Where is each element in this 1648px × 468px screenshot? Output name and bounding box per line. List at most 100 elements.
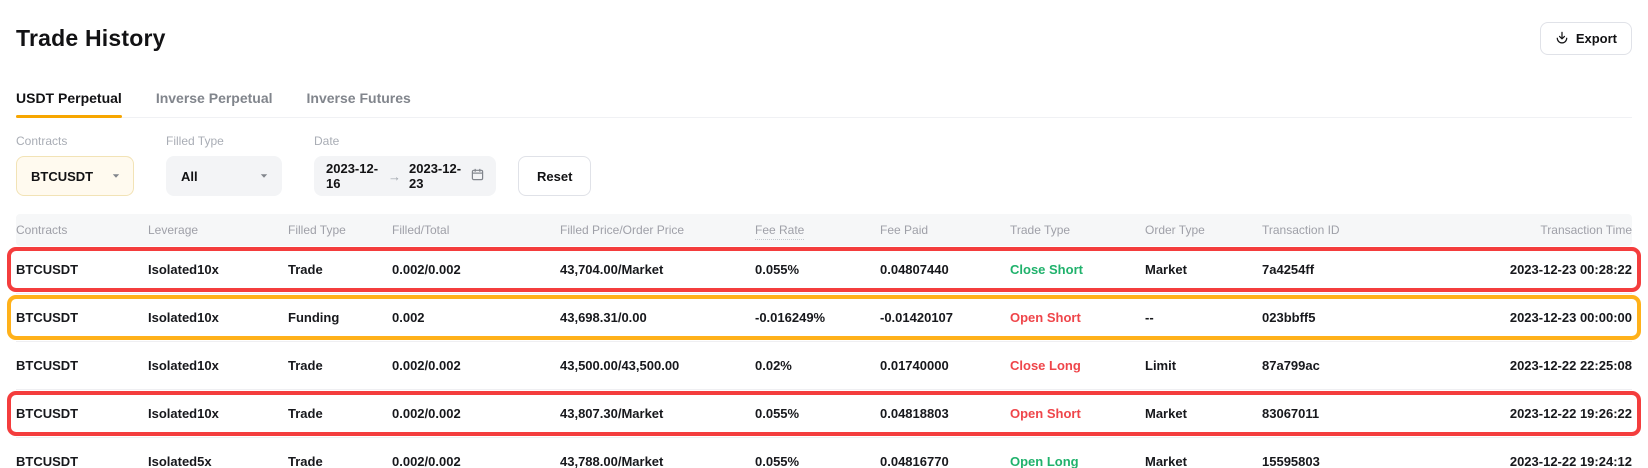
cell-contracts: BTCUSDT <box>16 406 148 421</box>
cell-trade-type: Open Long <box>1010 454 1145 468</box>
column-header-filled-type: Filled Type <box>288 223 392 237</box>
cell-transaction-time: 2023-12-22 19:24:12 <box>1407 454 1632 468</box>
tab-usdt-perpetual[interactable]: USDT Perpetual <box>16 82 122 117</box>
column-header-transaction-time: Transaction Time <box>1407 223 1632 237</box>
cell-filled-total: 0.002/0.002 <box>392 262 560 277</box>
cell-filled-price: 43,704.00/Market <box>560 262 755 277</box>
chevron-down-icon <box>111 169 121 184</box>
column-header-leverage: Leverage <box>148 223 288 237</box>
cell-transaction-time: 2023-12-23 00:00:00 <box>1407 310 1632 325</box>
tab-inverse-futures[interactable]: Inverse Futures <box>307 82 411 117</box>
table-row: BTCUSDTIsolated5xTrade0.002/0.00243,788.… <box>16 438 1632 468</box>
cell-filled-type: Trade <box>288 262 392 277</box>
date-end-value: 2023-12-23 <box>409 161 463 191</box>
cell-fee-rate: 0.055% <box>755 406 880 421</box>
export-button-label: Export <box>1576 31 1617 46</box>
page-title: Trade History <box>16 25 166 52</box>
cell-filled-price: 43,698.31/0.00 <box>560 310 755 325</box>
cell-leverage: Isolated10x <box>148 406 288 421</box>
filled-type-filter: Filled Type All <box>166 134 282 196</box>
arrow-right-icon: → <box>388 169 401 184</box>
trade-history-table: Contracts Leverage Filled Type Filled/To… <box>16 214 1632 468</box>
cell-order-type: Market <box>1145 262 1262 277</box>
reset-button[interactable]: Reset <box>518 156 591 196</box>
cell-filled-price: 43,807.30/Market <box>560 406 755 421</box>
cell-transaction-time: 2023-12-23 00:28:22 <box>1407 262 1632 277</box>
tab-bar: USDT Perpetual Inverse Perpetual Inverse… <box>16 82 1632 118</box>
date-filter: Date 2023-12-16 → 2023-12-23 <box>314 134 496 196</box>
filled-type-select-value: All <box>181 169 249 184</box>
cell-fee-paid: 0.04807440 <box>880 262 1010 277</box>
table-row: BTCUSDTIsolated10xTrade0.002/0.00243,704… <box>16 246 1632 294</box>
table-body: BTCUSDTIsolated10xTrade0.002/0.00243,704… <box>16 246 1632 468</box>
cell-trade-type: Close Short <box>1010 262 1145 277</box>
column-header-fee-rate[interactable]: Fee Rate <box>755 223 880 237</box>
cell-order-type: Limit <box>1145 358 1262 373</box>
filter-bar: Contracts BTCUSDT Filled Type All Date 2… <box>16 134 1632 196</box>
date-start-value: 2023-12-16 <box>326 161 380 191</box>
cell-leverage: Isolated10x <box>148 358 288 373</box>
filled-type-select[interactable]: All <box>166 156 282 196</box>
cell-contracts: BTCUSDT <box>16 454 148 468</box>
cell-filled-total: 0.002/0.002 <box>392 358 560 373</box>
column-header-order-type: Order Type <box>1145 223 1262 237</box>
cell-transaction-id: 87a799ac <box>1262 358 1407 373</box>
cell-leverage: Isolated10x <box>148 262 288 277</box>
calendar-icon <box>471 168 484 184</box>
cell-filled-price: 43,500.00/43,500.00 <box>560 358 755 373</box>
export-button[interactable]: Export <box>1540 22 1632 55</box>
cell-filled-type: Trade <box>288 406 392 421</box>
cell-trade-type: Close Long <box>1010 358 1145 373</box>
table-header-row: Contracts Leverage Filled Type Filled/To… <box>16 214 1632 246</box>
cell-fee-rate: 0.055% <box>755 262 880 277</box>
column-header-trade-type: Trade Type <box>1010 223 1145 237</box>
cell-filled-type: Trade <box>288 358 392 373</box>
cell-trade-type: Open Short <box>1010 310 1145 325</box>
cell-contracts: BTCUSDT <box>16 310 148 325</box>
page-header: Trade History Export <box>16 20 1632 56</box>
contracts-filter: Contracts BTCUSDT <box>16 134 134 196</box>
cell-fee-paid: 0.04818803 <box>880 406 1010 421</box>
column-header-contracts: Contracts <box>16 223 148 237</box>
cell-filled-type: Funding <box>288 310 392 325</box>
cell-order-type: Market <box>1145 406 1262 421</box>
table-row: BTCUSDTIsolated10xTrade0.002/0.00243,807… <box>16 390 1632 438</box>
cell-leverage: Isolated10x <box>148 310 288 325</box>
contracts-filter-label: Contracts <box>16 134 134 148</box>
chevron-down-icon <box>259 169 269 184</box>
cell-contracts: BTCUSDT <box>16 358 148 373</box>
cell-filled-total: 0.002/0.002 <box>392 454 560 468</box>
cell-filled-total: 0.002 <box>392 310 560 325</box>
cell-fee-rate: 0.02% <box>755 358 880 373</box>
cell-filled-price: 43,788.00/Market <box>560 454 755 468</box>
table-row: BTCUSDTIsolated10xFunding0.00243,698.31/… <box>16 294 1632 342</box>
cell-transaction-id: 7a4254ff <box>1262 262 1407 277</box>
cell-order-type: -- <box>1145 310 1262 325</box>
cell-trade-type: Open Short <box>1010 406 1145 421</box>
column-header-transaction-id: Transaction ID <box>1262 223 1407 237</box>
cell-fee-paid: 0.01740000 <box>880 358 1010 373</box>
cell-leverage: Isolated5x <box>148 454 288 468</box>
cell-transaction-id: 15595803 <box>1262 454 1407 468</box>
cell-fee-paid: -0.01420107 <box>880 310 1010 325</box>
filled-type-filter-label: Filled Type <box>166 134 282 148</box>
date-range-picker[interactable]: 2023-12-16 → 2023-12-23 <box>314 156 496 196</box>
contracts-select-value: BTCUSDT <box>31 169 101 184</box>
column-header-filled-price: Filled Price/Order Price <box>560 223 755 237</box>
download-icon <box>1555 31 1569 45</box>
cell-contracts: BTCUSDT <box>16 262 148 277</box>
cell-filled-total: 0.002/0.002 <box>392 406 560 421</box>
cell-transaction-time: 2023-12-22 19:26:22 <box>1407 406 1632 421</box>
cell-fee-rate: -0.016249% <box>755 310 880 325</box>
date-filter-label: Date <box>314 134 496 148</box>
trade-history-page: Trade History Export USDT Perpetual Inve… <box>0 0 1648 468</box>
contracts-select[interactable]: BTCUSDT <box>16 156 134 196</box>
column-header-filled-total: Filled/Total <box>392 223 560 237</box>
tab-inverse-perpetual[interactable]: Inverse Perpetual <box>156 82 273 117</box>
cell-transaction-time: 2023-12-22 22:25:08 <box>1407 358 1632 373</box>
column-header-fee-paid: Fee Paid <box>880 223 1010 237</box>
cell-order-type: Market <box>1145 454 1262 468</box>
cell-fee-paid: 0.04816770 <box>880 454 1010 468</box>
cell-transaction-id: 83067011 <box>1262 406 1407 421</box>
table-row: BTCUSDTIsolated10xTrade0.002/0.00243,500… <box>16 342 1632 390</box>
